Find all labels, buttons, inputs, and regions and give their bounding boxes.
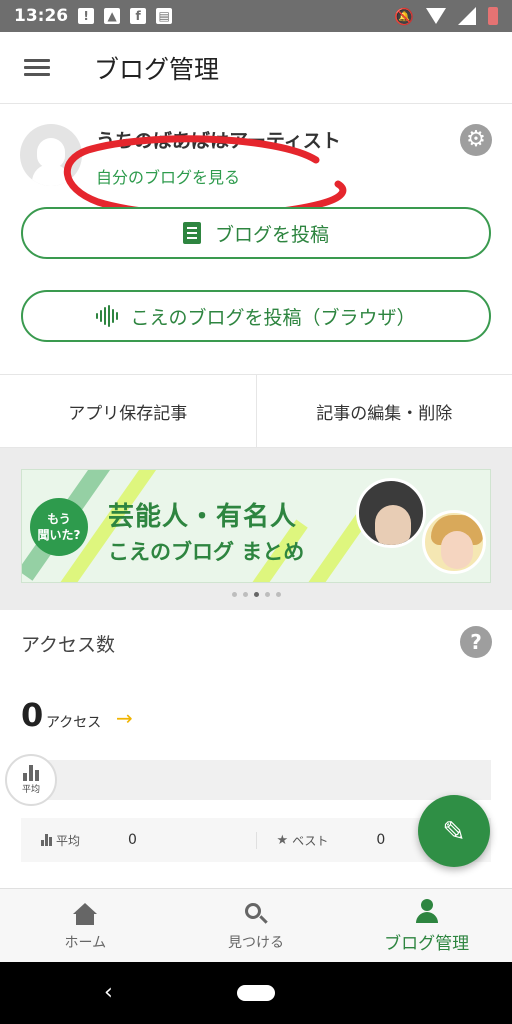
search-icon — [245, 902, 268, 925]
carousel-dot[interactable] — [253, 592, 259, 597]
average-label: 平均 — [56, 833, 81, 848]
post-voice-blog-label: こえのブログを投稿（ブラウザ） — [130, 306, 416, 329]
app-bar: ブログ管理 — [0, 32, 512, 104]
access-graph — [21, 760, 491, 800]
average-marker-label: 平均 — [21, 785, 40, 795]
celebrity-photo-1 — [356, 478, 426, 548]
document-icon — [182, 222, 201, 244]
nav-blog-manage-label: ブログ管理 — [384, 934, 470, 954]
average-marker: 平均 — [5, 754, 57, 806]
post-blog-button[interactable]: ブログを投稿 — [21, 207, 491, 259]
celebrity-photo-2 — [422, 510, 486, 574]
edit-delete-articles-button[interactable]: 記事の編集・削除 — [255, 375, 512, 447]
menu-icon[interactable] — [24, 58, 50, 77]
page-title: ブログ管理 — [94, 54, 220, 84]
alert-icon: ! — [78, 8, 95, 24]
average-stat: 平均 0 — [21, 832, 256, 849]
promo-banner[interactable]: もう 聞いた? 芸能人・有名人 こえのブログ まとめ — [21, 469, 491, 583]
home-gesture-pill[interactable] — [237, 985, 275, 1001]
best-value: 0 — [376, 832, 386, 848]
banner-badge: もう 聞いた? — [30, 498, 88, 556]
notifications-off-icon: 🔕 — [394, 6, 414, 26]
battery-icon — [488, 7, 498, 25]
star-icon: ★ — [276, 832, 289, 848]
access-title: アクセス数 — [21, 634, 116, 656]
system-navigation-bar: ‹ — [0, 962, 512, 1024]
status-bar: 13:26 ! ▲ f ▤ 🔕 — [0, 0, 512, 32]
access-unit: アクセス — [46, 715, 102, 731]
nav-home-label: ホーム — [64, 934, 107, 951]
person-icon — [415, 899, 438, 923]
facebook-icon: f — [130, 8, 147, 24]
banner-carousel: もう 聞いた? 芸能人・有名人 こえのブログ まとめ — [0, 448, 512, 610]
average-value: 0 — [128, 832, 137, 848]
post-blog-label: ブログを投稿 — [214, 223, 329, 246]
nav-home[interactable]: ホーム — [0, 889, 171, 962]
bar-chart-icon — [41, 834, 52, 846]
carousel-dot[interactable] — [264, 592, 270, 597]
nav-discover-label: 見つける — [228, 934, 284, 951]
help-icon[interactable]: ? — [460, 626, 492, 658]
blog-name: うちのばあばはアーティスト — [96, 130, 341, 152]
carousel-dot[interactable] — [275, 592, 281, 597]
carousel-indicator — [0, 592, 512, 597]
banner-title-line2: こえのブログ まとめ — [108, 540, 305, 564]
compose-fab[interactable]: ✎ — [418, 795, 490, 867]
status-time: 13:26 — [14, 6, 69, 26]
avatar[interactable] — [20, 124, 82, 186]
bar-chart-icon — [23, 765, 39, 781]
view-own-blog-link[interactable]: 自分のブログを見る — [96, 164, 240, 188]
carousel-dot[interactable] — [242, 592, 248, 597]
access-count: 0 — [21, 696, 44, 734]
home-icon — [73, 902, 98, 925]
post-voice-blog-button[interactable]: こえのブログを投稿（ブラウザ） — [21, 290, 491, 342]
news-icon: ▤ — [156, 8, 173, 24]
image-icon: ▲ — [104, 8, 121, 24]
banner-badge-line1: もう — [47, 512, 71, 526]
back-icon[interactable]: ‹ — [104, 980, 113, 1005]
shortcut-row: アプリ保存記事 記事の編集・削除 — [0, 374, 512, 448]
wifi-icon — [426, 8, 446, 24]
sound-wave-icon — [96, 305, 119, 327]
best-label: ベスト — [292, 833, 329, 848]
arrow-right-icon[interactable]: → — [116, 706, 133, 730]
saved-articles-button[interactable]: アプリ保存記事 — [0, 375, 256, 447]
nav-blog-manage[interactable]: ブログ管理 — [341, 889, 512, 962]
signal-icon — [458, 7, 476, 25]
profile-section: うちのばあばはアーティスト ⚙ 自分のブログを見る ブログを投稿 こえのブログを… — [0, 104, 512, 374]
bottom-navigation: ホーム 見つける ブログ管理 — [0, 888, 512, 962]
banner-badge-line2: 聞いた? — [37, 528, 81, 542]
banner-title-line1: 芸能人・有名人 — [108, 502, 298, 532]
gear-icon[interactable]: ⚙ — [460, 124, 492, 156]
nav-discover[interactable]: 見つける — [171, 889, 342, 962]
pencil-icon: ✎ — [442, 814, 466, 848]
carousel-dot[interactable] — [231, 592, 237, 597]
